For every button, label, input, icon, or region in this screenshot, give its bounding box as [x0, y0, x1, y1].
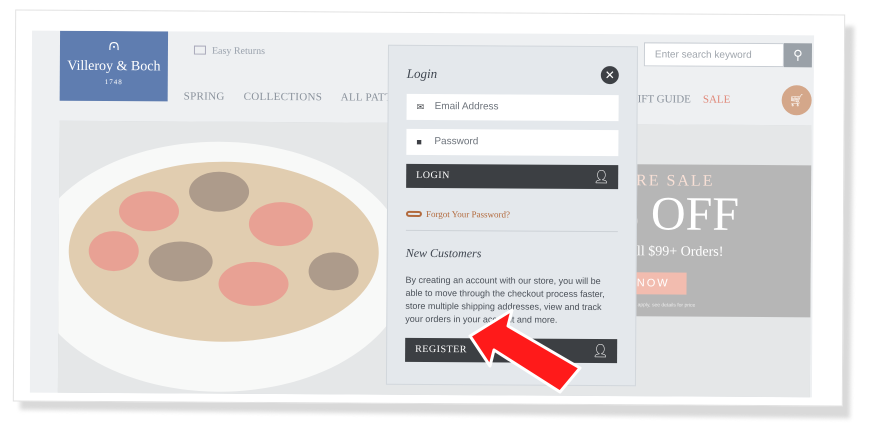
easy-returns-link[interactable]: Easy Returns — [193, 45, 266, 57]
forgot-label: Forgot Your Password? — [425, 208, 511, 220]
screenshot-stage: ⩀ Villeroy & Boch 1748 Easy Returns SPRI… — [0, 0, 870, 429]
brand-logo[interactable]: ⩀ Villeroy & Boch 1748 — [59, 30, 169, 102]
nav-item-collections[interactable]: COLLECTIONS — [244, 91, 323, 103]
register-label: REGISTER — [415, 343, 467, 356]
search-icon: ⚲ — [793, 47, 803, 63]
close-icon: ✕ — [604, 68, 615, 83]
nav-item-sale[interactable]: SALE — [703, 94, 731, 106]
cart-button[interactable]: 🛒︎ — [781, 85, 812, 116]
lock-icon: ■ — [416, 136, 422, 147]
login-title: Login — [406, 65, 438, 82]
divider — [405, 229, 618, 233]
search-input[interactable]: Enter search keyword — [643, 42, 785, 68]
nav-item-spring[interactable]: SPRING — [184, 90, 225, 102]
password-field[interactable]: ■ Password — [406, 128, 619, 157]
website: ⩀ Villeroy & Boch 1748 Easy Returns SPRI… — [29, 30, 815, 398]
forgot-password-link[interactable]: Forgot Your Password? — [405, 208, 511, 220]
close-button[interactable]: ✕ — [600, 66, 619, 85]
user-add-icon: 👤︎ — [592, 342, 610, 359]
user-check-icon: 👤︎ — [593, 169, 611, 185]
email-placeholder: Email Address — [434, 101, 499, 113]
key-icon — [405, 210, 422, 217]
nav-item-gift-guide[interactable]: GIFT GUIDE — [630, 93, 691, 105]
search-button[interactable]: ⚲ — [783, 43, 813, 68]
red-arrow-icon — [468, 308, 582, 394]
brand-year: 1748 — [104, 78, 123, 87]
new-customers-title: New Customers — [405, 245, 482, 261]
brand-mark-icon: ⩀ — [108, 37, 120, 55]
envelope-icon: ✉ — [416, 101, 425, 112]
password-placeholder: Password — [434, 136, 479, 148]
email-field[interactable]: ✉ Email Address — [406, 93, 619, 122]
login-label: LOGIN — [416, 169, 450, 182]
login-button[interactable]: LOGIN 👤︎ — [406, 163, 619, 190]
cart-icon: 🛒︎ — [788, 93, 805, 108]
returns-label: Easy Returns — [211, 45, 266, 57]
brand-name: Villeroy & Boch — [67, 58, 161, 75]
screenshot-card: ⩀ Villeroy & Boch 1748 Easy Returns SPRI… — [12, 9, 846, 407]
secondary-nav: GIFT GUIDE SALE — [630, 93, 731, 106]
returns-icon — [193, 45, 206, 55]
